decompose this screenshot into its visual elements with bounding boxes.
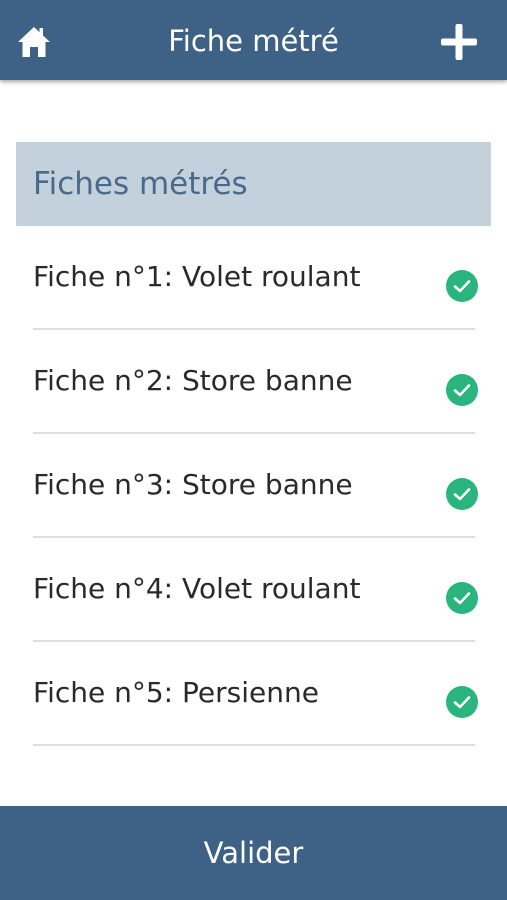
check-circle-icon <box>446 374 478 406</box>
section-title: Fiches métrés <box>33 166 248 202</box>
check-circle-icon <box>446 582 478 614</box>
list-item[interactable]: Fiche n°5: Persienne <box>33 642 478 746</box>
plus-icon <box>441 24 477 60</box>
list-item[interactable]: Fiche n°4: Volet roulant <box>33 538 478 642</box>
top-bar: Fiche métré <box>0 0 507 80</box>
home-button[interactable] <box>14 22 54 62</box>
section-header: Fiches métrés <box>16 142 491 226</box>
home-icon <box>18 27 50 57</box>
check-circle-icon <box>446 686 478 718</box>
list-item-label: Fiche n°5: Persienne <box>33 676 319 709</box>
list-item-label: Fiche n°1: Volet roulant <box>33 260 361 293</box>
screen: Fiche métré Fiches métrés Fiche n°1: Vol… <box>0 0 507 900</box>
validate-button[interactable]: Valider <box>0 806 507 900</box>
list-item-label: Fiche n°4: Volet roulant <box>33 572 361 605</box>
check-circle-icon <box>446 478 478 510</box>
list-item[interactable]: Fiche n°1: Volet roulant <box>33 226 478 330</box>
list-item-label: Fiche n°3: Store banne <box>33 468 353 501</box>
list-item-label: Fiche n°2: Store banne <box>33 364 353 397</box>
list-item[interactable]: Fiche n°3: Store banne <box>33 434 478 538</box>
page-title: Fiche métré <box>168 24 339 58</box>
check-circle-icon <box>446 270 478 302</box>
add-button[interactable] <box>439 22 479 62</box>
list-item[interactable]: Fiche n°2: Store banne <box>33 330 478 434</box>
fiche-list: Fiche n°1: Volet roulant Fiche n°2: Store… <box>33 226 478 746</box>
